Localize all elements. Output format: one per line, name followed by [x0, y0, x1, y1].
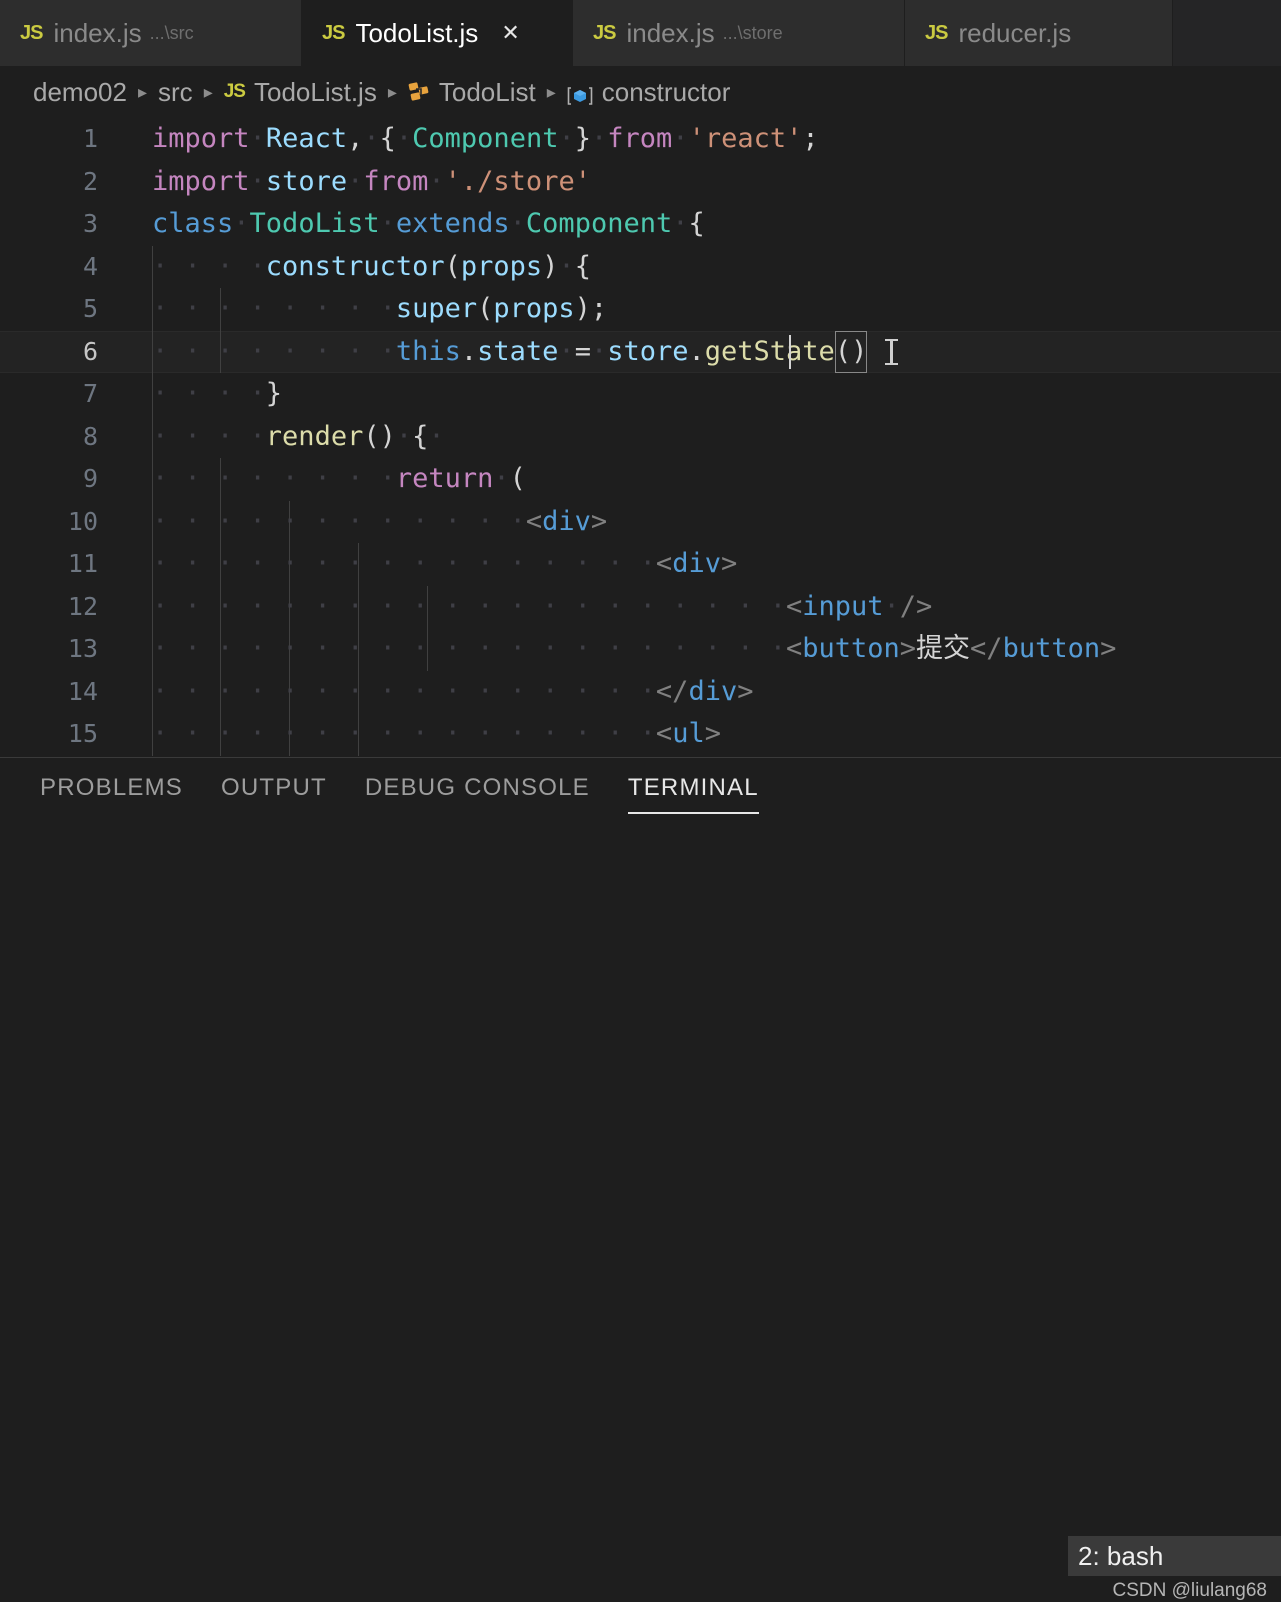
line-number: 15: [67, 719, 98, 748]
code-line[interactable]: 10 · · · · · · · · · · · ·<div>: [0, 500, 1281, 543]
breadcrumb-item-constructor[interactable]: constructor: [567, 76, 731, 108]
breadcrumb-label: constructor: [601, 76, 731, 107]
line-number: 5: [82, 294, 98, 323]
class-symbol-icon: [408, 81, 430, 103]
panel-tab-list: PROBLEMS OUTPUT DEBUG CONSOLE TERMINAL: [40, 774, 797, 814]
tab-output[interactable]: OUTPUT: [221, 774, 327, 814]
line-number: 6: [82, 336, 98, 366]
editor-tab-index-js-src[interactable]: JS index.js ...\src: [0, 0, 302, 66]
code-line[interactable]: 7 · · · ·}: [0, 373, 1281, 416]
code-line[interactable]: 5 · · · · · · · ·super(props);: [0, 288, 1281, 331]
code-text: · · · · · · · · · · · · · · · · · · · ·<…: [152, 633, 1117, 664]
mouse-pointer-ibeam: [885, 338, 898, 365]
code-text: import·store·from·'./store': [152, 165, 591, 197]
code-line[interactable]: 13 · · · · · · · · · · · · · · · · · · ·…: [0, 628, 1281, 671]
chevron-right-icon: ▸: [137, 81, 148, 102]
editor-tab-label: reducer.js: [958, 17, 1072, 48]
code-line[interactable]: 8 · · · ·render()·{·: [0, 415, 1281, 458]
js-file-icon: JS: [223, 81, 246, 102]
code-text: · · · · · · · · · · · · · · · ·<ul>: [152, 718, 721, 749]
code-text: class·TodoList·extends·Component·{: [152, 208, 705, 239]
editor-tab-description: ...\store: [722, 22, 783, 43]
line-number: 13: [67, 634, 98, 663]
editor-tab-label: index.js: [626, 17, 715, 48]
terminal-selector-label: 2: bash: [1078, 1540, 1164, 1571]
js-file-icon: JS: [925, 21, 948, 44]
code-text: · · · ·}: [152, 378, 283, 409]
code-text: · · · · · · · · · · · · · · · ·<div>: [152, 548, 738, 579]
editor-tab-label: index.js: [53, 17, 142, 48]
code-line[interactable]: 4 · · · ·constructor(props)·{: [0, 245, 1281, 288]
line-number: 12: [67, 591, 98, 621]
breadcrumb-item-src[interactable]: src: [158, 77, 193, 108]
line-number: 8: [82, 421, 98, 451]
breadcrumb-item-demo02[interactable]: demo02: [33, 77, 127, 108]
bracket-match-highlight: (): [834, 330, 868, 373]
bottom-panel: PROBLEMS OUTPUT DEBUG CONSOLE TERMINAL 2…: [0, 758, 1281, 1601]
line-number: 10: [67, 506, 98, 536]
code-line[interactable]: 11 · · · · · · · · · · · · · · · ·<div>: [0, 543, 1281, 586]
line-number: 1: [82, 124, 98, 153]
line-number: 7: [82, 379, 98, 408]
tab-terminal[interactable]: TERMINAL: [627, 774, 759, 814]
editor-tab-bar: JS index.js ...\src JS TodoList.js ✕ JS …: [0, 0, 1281, 66]
code-text: · · · · · · · · · · · · · · · · · · · ·<…: [152, 590, 933, 622]
breadcrumb-label: src: [158, 76, 193, 107]
breadcrumb-item-todolist-class[interactable]: TodoList: [408, 77, 536, 108]
chevron-right-icon: ▸: [546, 81, 556, 102]
code-line[interactable]: 15 · · · · · · · · · · · · · · · ·<ul>: [0, 713, 1281, 756]
text-cursor: [789, 334, 791, 369]
js-file-icon: JS: [593, 21, 616, 44]
chevron-right-icon: ▸: [203, 81, 213, 102]
line-number: 3: [82, 209, 98, 238]
close-icon[interactable]: ✕: [501, 22, 519, 44]
code-text: · · · ·constructor(props)·{: [152, 250, 591, 282]
breadcrumb-label: demo02: [33, 76, 127, 107]
js-file-icon: JS: [20, 21, 43, 44]
code-line[interactable]: 3 class·TodoList·extends·Component·{: [0, 203, 1281, 246]
vscode-window: JS index.js ...\src JS TodoList.js ✕ JS …: [0, 0, 1281, 1601]
editor-tab-reducer-js[interactable]: JS reducer.js: [905, 0, 1173, 66]
breadcrumb-label: TodoList.js: [253, 76, 377, 107]
code-text: · · · · · · · · · · · · · · · ·</div>: [152, 675, 754, 707]
code-line[interactable]: 2 import·store·from·'./store': [0, 161, 1281, 204]
tab-debug-console[interactable]: DEBUG CONSOLE: [365, 774, 590, 814]
js-file-icon: JS: [322, 21, 345, 44]
editor-tab-todolist-js[interactable]: JS TodoList.js ✕: [302, 0, 573, 66]
code-line[interactable]: 1 import·React,·{·Component·}·from·'reac…: [0, 118, 1281, 161]
code-line[interactable]: 14 · · · · · · · · · · · · · · · ·</div>: [0, 670, 1281, 713]
breadcrumb-label: TodoList: [438, 76, 536, 107]
tab-bar-filler: [1173, 0, 1281, 66]
chevron-right-icon: ▸: [387, 81, 397, 102]
code-line[interactable]: 9 · · · · · · · ·return·(: [0, 458, 1281, 501]
code-text: · · · · · · · · · · · ·<div>: [152, 505, 608, 537]
line-number: 2: [82, 166, 98, 196]
line-number: 4: [82, 251, 98, 281]
code-text: · · · ·render()·{·: [152, 420, 445, 452]
watermark: CSDN @liulang68: [1112, 1580, 1267, 1601]
breadcrumb: demo02 ▸ src ▸ JS TodoList.js ▸ TodoList…: [0, 66, 1281, 118]
code-text: · · · · · · · ·this.state·=·store.getSta…: [152, 330, 868, 373]
breadcrumb-item-todolist-js[interactable]: JS TodoList.js: [224, 77, 377, 108]
editor-tab-description: ...\src: [149, 22, 194, 43]
tab-problems[interactable]: PROBLEMS: [40, 774, 183, 814]
code-line[interactable]: 12 · · · · · · · · · · · · · · · · · · ·…: [0, 585, 1281, 628]
code-editor[interactable]: 1 import·React,·{·Component·}·from·'reac…: [0, 118, 1281, 758]
terminal-selector-dropdown[interactable]: 2: bash: [1068, 1536, 1281, 1576]
code-text: import·React,·{·Component·}·from·'react'…: [152, 123, 819, 154]
line-number: 11: [67, 549, 98, 578]
code-text: · · · · · · · ·super(props);: [152, 293, 608, 324]
editor-tab-label: TodoList.js: [355, 17, 479, 48]
code-line-active[interactable]: 6 · · · · · · · ·this.state·=·store.getS…: [0, 330, 1281, 373]
line-number: 9: [82, 464, 98, 493]
line-number: 14: [67, 676, 98, 706]
code-text: · · · · · · · ·return·(: [152, 463, 526, 494]
constructor-symbol-icon: [567, 82, 593, 105]
editor-tab-index-js-store[interactable]: JS index.js ...\store: [573, 0, 905, 66]
